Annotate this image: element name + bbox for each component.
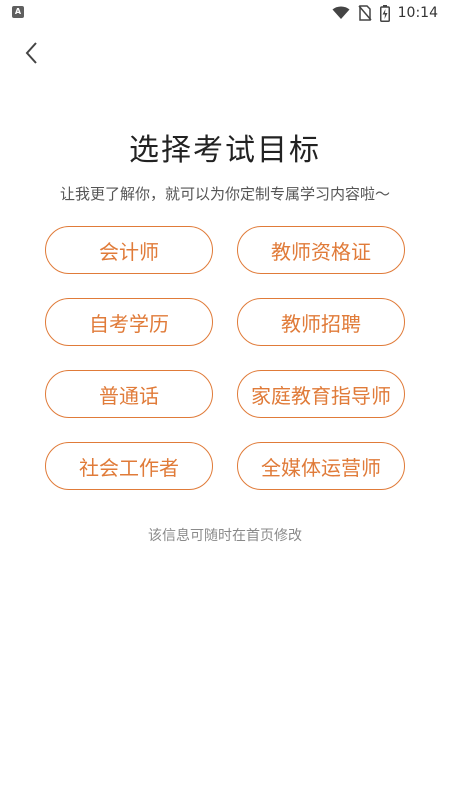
option-omnimedia-operator[interactable]: 全媒体运营师 bbox=[237, 442, 405, 490]
option-accountant[interactable]: 会计师 bbox=[45, 226, 213, 274]
page-subtitle: 让我更了解你，就可以为你定制专属学习内容啦～ bbox=[59, 185, 390, 203]
status-icons: 10:14 bbox=[332, 3, 438, 23]
screen: A 10:14 选择考试目标 让我更了解你，就可以为你定制专属学习内容啦～ 会计… bbox=[0, 0, 450, 800]
status-time: 10:14 bbox=[397, 5, 438, 21]
page-title: 选择考试目标 bbox=[129, 133, 321, 168]
battery-icon bbox=[379, 4, 390, 22]
footer-note: 该信息可随时在首页修改 bbox=[148, 528, 302, 544]
option-family-education-instructor[interactable]: 家庭教育指导师 bbox=[237, 370, 405, 418]
wifi-icon bbox=[332, 6, 350, 19]
exam-options-grid: 会计师 教师资格证 自考学历 教师招聘 普通话 家庭教育指导师 社会工作者 全媒… bbox=[45, 226, 405, 490]
no-sim-icon bbox=[358, 5, 372, 21]
option-mandarin[interactable]: 普通话 bbox=[45, 370, 213, 418]
app-notification-icon: A bbox=[12, 6, 24, 18]
option-teacher-qualification[interactable]: 教师资格证 bbox=[237, 226, 405, 274]
option-teacher-recruitment[interactable]: 教师招聘 bbox=[237, 298, 405, 346]
chevron-left-icon bbox=[25, 42, 37, 64]
option-social-worker[interactable]: 社会工作者 bbox=[45, 442, 213, 490]
option-self-study-degree[interactable]: 自考学历 bbox=[45, 298, 213, 346]
status-bar: A 10:14 bbox=[0, 0, 450, 26]
back-button[interactable] bbox=[18, 38, 46, 68]
